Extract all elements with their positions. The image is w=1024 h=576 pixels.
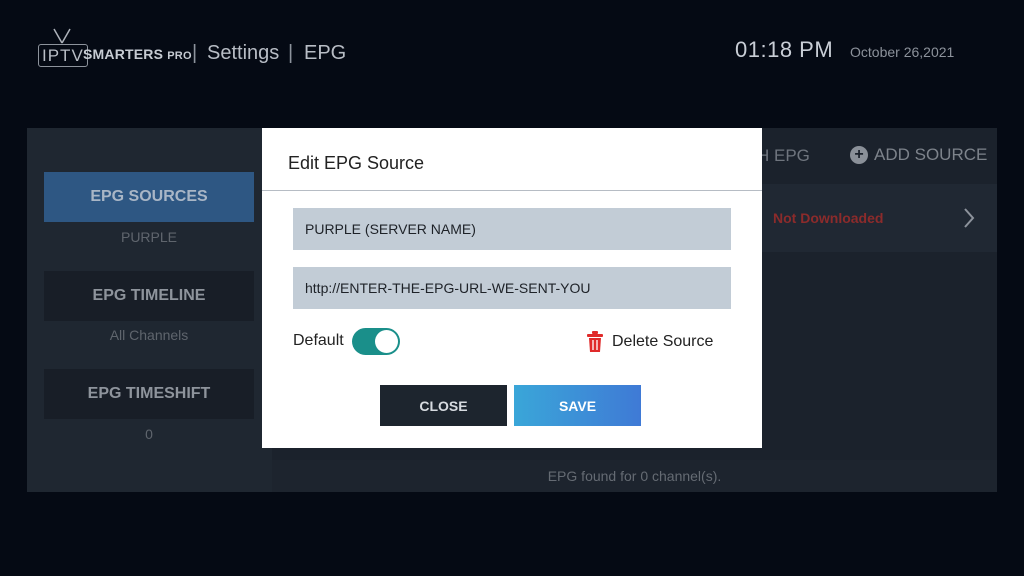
dialog-divider xyxy=(262,190,762,191)
logo-pro: PRO xyxy=(167,50,192,62)
date: October 26,2021 xyxy=(850,44,955,60)
source-status: Not Downloaded xyxy=(773,210,884,226)
chevron-right-icon[interactable] xyxy=(962,206,976,230)
breadcrumb-separator: | xyxy=(288,42,294,64)
delete-source-label: Delete Source xyxy=(612,333,714,350)
sidebar-item-epg-timeshift[interactable]: EPG TIMESHIFT xyxy=(44,369,254,419)
refresh-epg-button[interactable]: H EPG xyxy=(757,146,810,166)
logo-smarters-text: SMARTERS PRO xyxy=(83,46,192,62)
source-name-field[interactable]: PURPLE (SERVER NAME) xyxy=(293,208,731,250)
add-source-button[interactable]: + ADD SOURCE xyxy=(850,145,987,165)
edit-epg-source-dialog: Edit EPG Source PURPLE (SERVER NAME) htt… xyxy=(262,128,762,448)
default-toggle[interactable] xyxy=(352,328,400,355)
plus-circle-icon: + xyxy=(850,146,868,164)
add-source-label: ADD SOURCE xyxy=(874,145,988,164)
epg-found-count: EPG found for 0 channel(s). xyxy=(547,468,722,484)
sidebar-item-epg-sources[interactable]: EPG SOURCES xyxy=(44,172,254,222)
logo-brand: SMARTERS xyxy=(83,46,164,62)
app-logo: IPTV SMARTERS PRO xyxy=(38,28,198,72)
default-label: Default xyxy=(293,332,344,349)
sidebar-sub-epg-sources: PURPLE xyxy=(120,229,178,245)
logo-iptv-text: IPTV xyxy=(38,44,88,67)
sidebar-sub-epg-timeline: All Channels xyxy=(109,327,189,343)
close-button[interactable]: CLOSE xyxy=(380,385,507,426)
breadcrumb-epg: EPG xyxy=(304,42,347,64)
antenna-icon xyxy=(53,28,71,44)
clock: 01:18 PM xyxy=(735,37,834,62)
sidebar-sub-epg-timeshift: 0 xyxy=(145,426,153,442)
breadcrumb-settings[interactable]: Settings xyxy=(207,42,279,65)
toggle-knob xyxy=(375,330,398,353)
trash-icon xyxy=(587,331,603,352)
breadcrumb-separator: | xyxy=(192,42,198,64)
sidebar-item-epg-timeline[interactable]: EPG TIMELINE xyxy=(44,271,254,321)
source-url-field[interactable]: http://ENTER-THE-EPG-URL-WE-SENT-YOU xyxy=(293,267,731,309)
top-header: IPTV SMARTERS PRO | Settings | EPG 01:18… xyxy=(0,0,1024,110)
save-button[interactable]: SAVE xyxy=(514,385,641,426)
delete-source-button[interactable]: Delete Source xyxy=(586,331,713,353)
dialog-title: Edit EPG Source xyxy=(288,153,425,173)
